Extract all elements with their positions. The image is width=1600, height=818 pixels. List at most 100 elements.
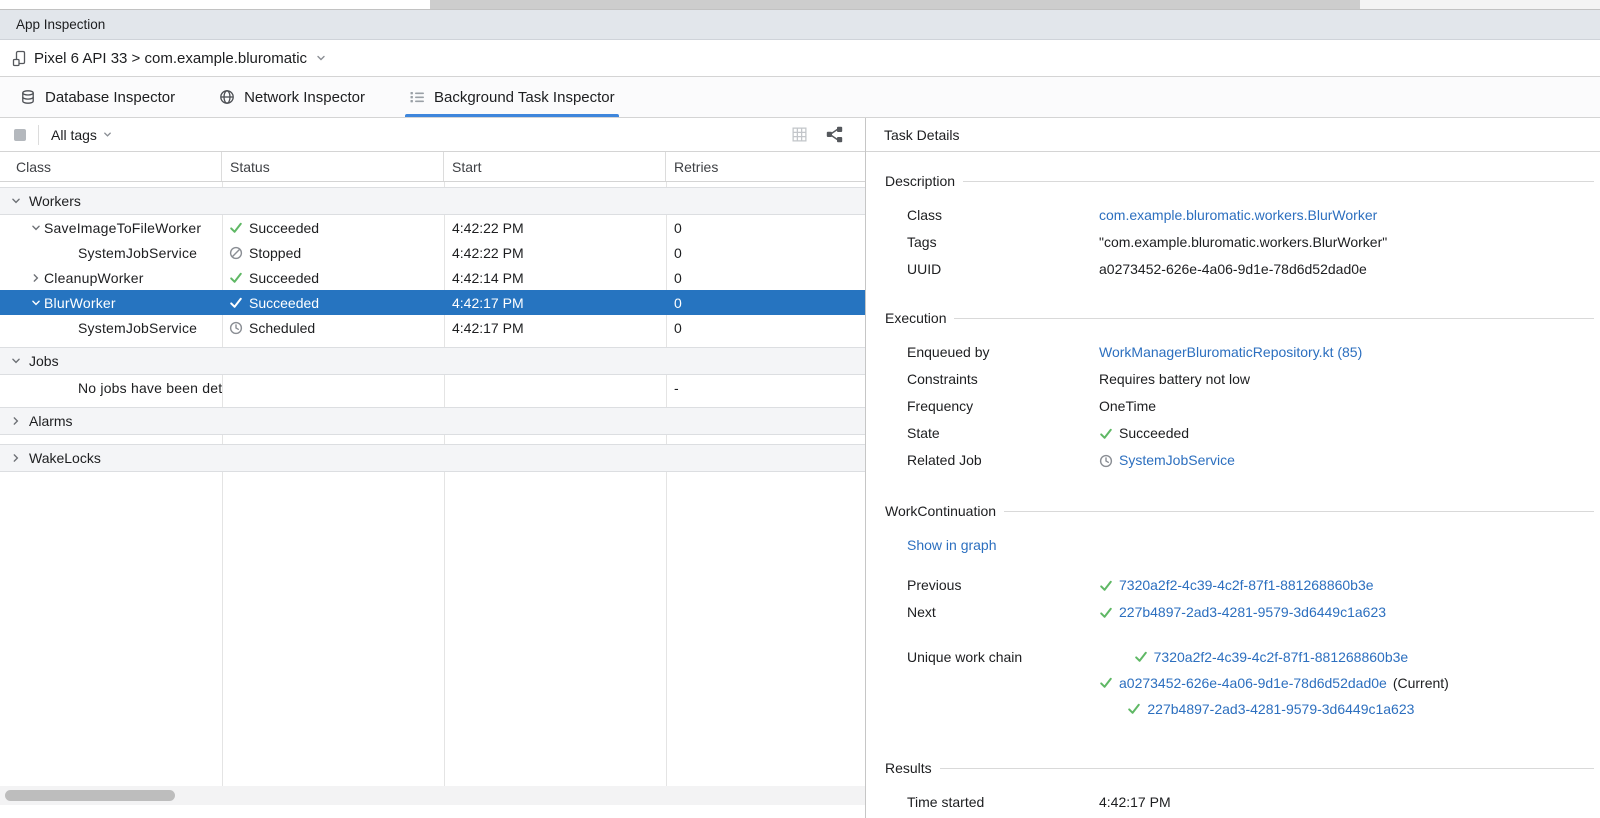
detail-label: State xyxy=(907,420,1099,447)
table-row[interactable]: CleanupWorkerSucceeded4:42:14 PM0 xyxy=(0,265,865,290)
cell-start: 4:42:17 PM xyxy=(444,320,666,336)
current-marker: (Current) xyxy=(1393,673,1449,693)
graph-view-icon[interactable] xyxy=(826,126,843,143)
section-title: WorkContinuation xyxy=(885,503,996,519)
detail-row: Next 227b4897-2ad3-4281-9579-3d6449c1a623 xyxy=(907,599,1594,626)
work-chain-entry: a0273452-626e-4a06-9d1e-78d6d52dad0e (Cu… xyxy=(1099,673,1449,693)
table-row[interactable]: SaveImageToFileWorkerSucceeded4:42:22 PM… xyxy=(0,215,865,240)
section-rule xyxy=(1004,511,1594,512)
succeeded-check-icon xyxy=(1099,606,1113,620)
column-header-status[interactable]: Status xyxy=(222,152,444,181)
table-row[interactable]: SystemJobService Scheduled4:42:17 PM0 xyxy=(0,315,865,340)
work-id-link[interactable]: a0273452-626e-4a06-9d1e-78d6d52dad0e xyxy=(1119,673,1387,693)
tab-network-inspector[interactable]: Network Inspector xyxy=(215,77,369,117)
section-results: Results Time started4:42:17 PMRetries1 xyxy=(885,759,1594,818)
table-column-headers: Class Status Start Retries xyxy=(0,152,865,182)
detail-label: Constraints xyxy=(907,366,1099,393)
status-text: Succeeded xyxy=(1119,420,1189,447)
column-header-retries[interactable]: Retries xyxy=(666,152,865,181)
class-name: No jobs have been detected xyxy=(78,380,222,396)
group-row-wakelocks[interactable]: WakeLocks xyxy=(0,444,865,472)
tab-database-inspector[interactable]: Database Inspector xyxy=(16,77,179,117)
detail-row: Enqueued byWorkManagerBluromaticReposito… xyxy=(907,339,1594,366)
group-label: WakeLocks xyxy=(29,450,101,466)
detail-label: Time started xyxy=(907,789,1099,816)
tab-background-task-inspector[interactable]: Background Task Inspector xyxy=(405,77,619,117)
cell-class: SystemJobService xyxy=(0,315,222,340)
background-task-inspector-panel: All tags xyxy=(0,118,1600,818)
chevron-down-icon[interactable] xyxy=(28,222,44,234)
section-rows: Time started4:42:17 PMRetries1 xyxy=(885,789,1594,818)
top-scrollbar-track xyxy=(0,0,1600,10)
chevron-right-icon[interactable] xyxy=(10,452,22,464)
work-id-link[interactable]: 227b4897-2ad3-4281-9579-3d6449c1a623 xyxy=(1147,699,1414,719)
detail-label: UUID xyxy=(907,256,1099,283)
work-id-link[interactable]: 227b4897-2ad3-4281-9579-3d6449c1a623 xyxy=(1119,599,1386,626)
show-in-graph-link[interactable]: Show in graph xyxy=(907,537,997,553)
stop-inspector-button[interactable] xyxy=(14,129,26,141)
task-list-icon xyxy=(409,89,425,105)
detail-value: SystemJobService xyxy=(1099,447,1235,474)
class-name: SystemJobService xyxy=(78,320,197,336)
tab-label: Database Inspector xyxy=(45,89,175,106)
chevron-down-icon xyxy=(315,52,327,64)
cell-start: 4:42:22 PM xyxy=(444,220,666,236)
detail-value: Requires battery not low xyxy=(1099,366,1250,393)
table-view-icon[interactable] xyxy=(791,126,808,143)
cell-retries: 0 xyxy=(666,320,865,336)
detail-label: Next xyxy=(907,599,1099,626)
process-selector-label: Pixel 6 API 33 > com.example.bluromatic xyxy=(34,50,307,67)
detail-link[interactable]: WorkManagerBluromaticRepository.kt (85) xyxy=(1099,339,1362,366)
chevron-down-icon[interactable] xyxy=(28,297,44,309)
group-label: Jobs xyxy=(29,353,59,369)
chevron-down-icon[interactable] xyxy=(10,355,22,367)
toolbar-separator xyxy=(38,125,39,145)
section-header: Results xyxy=(885,759,1594,777)
cell-status: Scheduled xyxy=(222,320,444,336)
process-selector[interactable]: Pixel 6 API 33 > com.example.bluromatic xyxy=(0,40,1600,77)
detail-link[interactable]: com.example.bluromatic.workers.BlurWorke… xyxy=(1099,202,1377,229)
group-row-workers[interactable]: Workers xyxy=(0,187,865,215)
all-tags-dropdown[interactable]: All tags xyxy=(51,127,113,143)
task-table-panel: All tags xyxy=(0,118,866,818)
work-id-link[interactable]: 7320a2f2-4c39-4c2f-87f1-881268860b3e xyxy=(1154,647,1409,667)
cell-status: Stopped xyxy=(222,245,444,261)
network-icon xyxy=(219,89,235,105)
detail-value: "com.example.bluromatic.workers.BlurWork… xyxy=(1099,229,1387,256)
group-row-alarms[interactable]: Alarms xyxy=(0,407,865,435)
status-text: Succeeded xyxy=(249,270,319,286)
detail-row: Unique work chain 7320a2f2-4c39-4c2f-87f1… xyxy=(907,644,1594,719)
cell-status: Succeeded xyxy=(222,270,444,286)
section-rule xyxy=(940,768,1594,769)
chevron-right-icon[interactable] xyxy=(28,272,44,284)
task-details-panel: Task Details DescriptionClasscom.example… xyxy=(866,118,1600,818)
cell-retries: 0 xyxy=(666,220,865,236)
class-name: SaveImageToFileWorker xyxy=(44,220,201,236)
chevron-down-icon[interactable] xyxy=(10,195,22,207)
cell-start: 4:42:17 PM xyxy=(444,295,666,311)
column-header-class[interactable]: Class xyxy=(0,152,222,181)
work-id-link[interactable]: 7320a2f2-4c39-4c2f-87f1-881268860b3e xyxy=(1119,572,1374,599)
detail-label: Enqueued by xyxy=(907,339,1099,366)
detail-text: "com.example.bluromatic.workers.BlurWork… xyxy=(1099,229,1387,256)
section-workcontinuation: WorkContinuation Show in graph Previous732… xyxy=(885,502,1594,719)
detail-label: Unique work chain xyxy=(907,644,1099,719)
section-rows: Enqueued byWorkManagerBluromaticReposito… xyxy=(885,339,1594,474)
detail-row: Time started4:42:17 PM xyxy=(907,789,1594,816)
table-row[interactable]: SystemJobServiceStopped4:42:22 PM0 xyxy=(0,240,865,265)
detail-row: Related JobSystemJobService xyxy=(907,447,1594,474)
tab-label: Network Inspector xyxy=(244,89,365,106)
section-rows: Previous7320a2f2-4c39-4c2f-87f1-88126886… xyxy=(885,572,1594,719)
section-rule xyxy=(954,318,1594,319)
chevron-right-icon[interactable] xyxy=(10,415,22,427)
top-scrollbar-thumb[interactable] xyxy=(430,0,1360,9)
section-description: DescriptionClasscom.example.bluromatic.w… xyxy=(885,172,1594,283)
table-row[interactable]: BlurWorkerSucceeded4:42:17 PM0 xyxy=(0,290,865,315)
group-row-jobs[interactable]: Jobs xyxy=(0,347,865,375)
succeeded-check-icon xyxy=(1099,427,1113,441)
related-job-link[interactable]: SystemJobService xyxy=(1119,447,1235,474)
detail-row: ConstraintsRequires battery not low xyxy=(907,366,1594,393)
horizontal-scrollbar-thumb[interactable] xyxy=(5,790,175,801)
column-header-start[interactable]: Start xyxy=(444,152,666,181)
table-row[interactable]: No jobs have been detected- xyxy=(0,375,865,400)
